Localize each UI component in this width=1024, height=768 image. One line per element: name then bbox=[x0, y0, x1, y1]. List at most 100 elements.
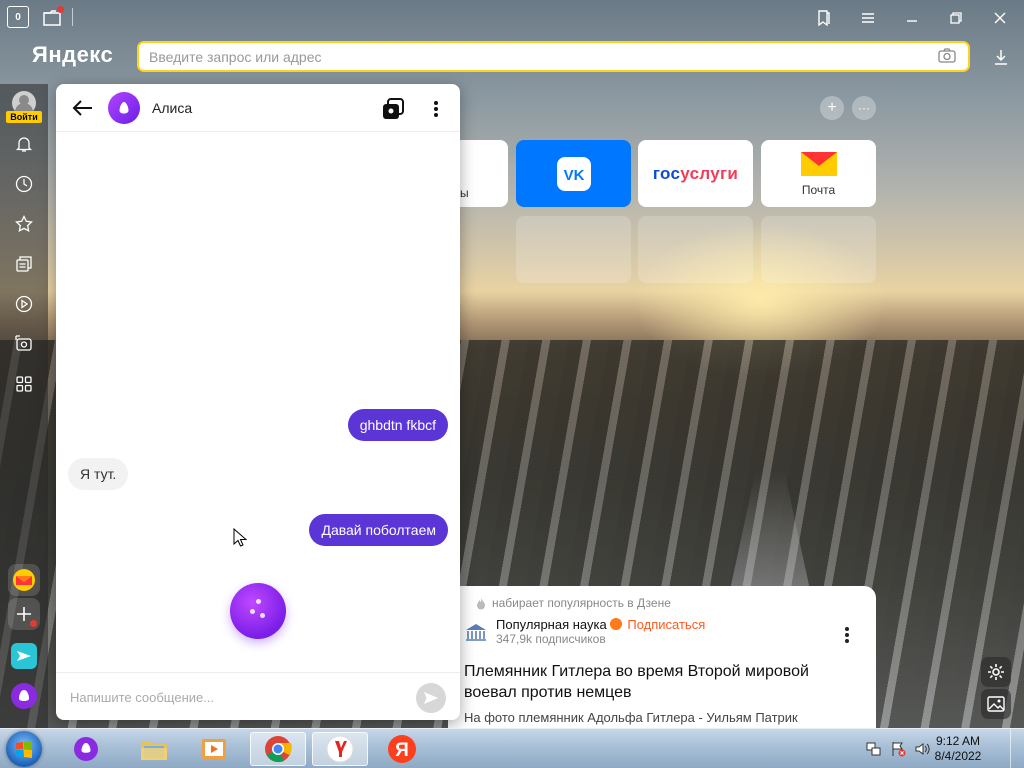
menu-button[interactable] bbox=[854, 4, 882, 32]
clock-date: 8/4/2022 bbox=[934, 749, 982, 763]
download-icon bbox=[995, 50, 1007, 65]
taskbar-yandex[interactable]: Я bbox=[374, 732, 430, 766]
subscribers-count: 347,9k подписчиков bbox=[496, 632, 606, 646]
vertical-dots-icon bbox=[434, 101, 438, 117]
media-player-icon bbox=[202, 739, 226, 759]
sidebar-history[interactable] bbox=[12, 172, 36, 196]
clock-icon bbox=[15, 175, 33, 193]
tabs-counter-button[interactable]: 0 bbox=[7, 6, 29, 28]
close-button[interactable] bbox=[986, 4, 1014, 32]
tile-empty[interactable] bbox=[516, 216, 631, 283]
fire-icon bbox=[477, 598, 485, 610]
voice-dot bbox=[250, 609, 255, 614]
new-tab-button[interactable] bbox=[40, 5, 66, 31]
chrome-icon bbox=[265, 736, 292, 763]
add-tile-button[interactable]: + bbox=[820, 96, 844, 120]
sidebar-messenger-app[interactable] bbox=[8, 640, 40, 672]
sidebar-alice-app[interactable] bbox=[8, 680, 40, 712]
yandex-browser-icon bbox=[326, 735, 354, 763]
sidebar-bookmarks[interactable] bbox=[12, 212, 36, 236]
gosuslugi-logo: госуслуги bbox=[652, 163, 739, 183]
bookmark-icon bbox=[818, 10, 830, 26]
svg-text:VK: VK bbox=[563, 167, 584, 184]
bookmarks-button[interactable] bbox=[810, 4, 838, 32]
tray-network[interactable] bbox=[866, 741, 882, 757]
news-source: набирает популярность в Дзене bbox=[464, 594, 862, 612]
downloads-button[interactable] bbox=[988, 44, 1014, 70]
tile-vk[interactable]: VK bbox=[516, 140, 631, 207]
sidebar-screenshot[interactable] bbox=[12, 332, 36, 356]
gear-icon bbox=[988, 664, 1004, 680]
login-badge[interactable]: Войти bbox=[6, 111, 42, 123]
back-button[interactable] bbox=[68, 94, 96, 122]
publisher-name[interactable]: Популярная наука bbox=[496, 617, 607, 632]
sidebar-services[interactable] bbox=[12, 372, 36, 396]
sidebar-collections[interactable] bbox=[12, 252, 36, 276]
system-clock[interactable]: 9:12 AM 8/4/2022 bbox=[928, 734, 988, 764]
collections-icon bbox=[16, 256, 32, 272]
tile-gosuslugi[interactable]: госуслуги bbox=[638, 140, 753, 207]
show-desktop-button[interactable] bbox=[1010, 729, 1024, 768]
camera-search-icon[interactable] bbox=[938, 48, 956, 67]
tray-action-center[interactable] bbox=[890, 741, 906, 757]
minimize-button[interactable] bbox=[898, 4, 926, 32]
svg-text:Я: Я bbox=[395, 740, 409, 761]
taskbar-media-player[interactable] bbox=[186, 732, 242, 766]
bell-icon bbox=[15, 137, 33, 152]
sidebar-add-app[interactable] bbox=[8, 598, 40, 630]
tile-empty[interactable] bbox=[761, 216, 876, 283]
background-button[interactable] bbox=[981, 689, 1011, 719]
alice-icon bbox=[119, 102, 129, 114]
alice-icon bbox=[74, 737, 98, 761]
grid-icon bbox=[16, 376, 32, 392]
address-input[interactable] bbox=[139, 43, 899, 70]
vk-logo-icon: VK bbox=[556, 156, 591, 191]
address-bar[interactable] bbox=[137, 41, 970, 72]
news-title[interactable]: Племянник Гитлера во время Второй мирово… bbox=[464, 661, 862, 703]
taskbar-explorer[interactable] bbox=[126, 732, 182, 766]
yandex-logo[interactable]: Яндекс bbox=[32, 42, 113, 68]
news-text: На фото племянник Адольфа Гитлера - Уиль… bbox=[464, 710, 798, 725]
zen-news-card[interactable]: набирает популярность в Дзене Популярная… bbox=[448, 586, 876, 728]
tile-empty[interactable] bbox=[638, 216, 753, 283]
chat-message-bot: Я тут. bbox=[68, 458, 129, 490]
message-input[interactable] bbox=[70, 683, 400, 711]
voice-dot bbox=[256, 599, 261, 604]
taskbar-chrome[interactable] bbox=[250, 732, 306, 766]
tile-mail[interactable]: Почта bbox=[761, 140, 876, 207]
notification-dot bbox=[30, 620, 37, 627]
folder-icon bbox=[141, 741, 167, 760]
sidebar-video[interactable] bbox=[12, 292, 36, 316]
skills-cards-button[interactable] bbox=[380, 96, 406, 122]
publisher-logo-icon[interactable] bbox=[464, 622, 488, 642]
windows-logo-icon bbox=[16, 741, 32, 758]
tiles-more-button[interactable]: ··· bbox=[852, 96, 876, 120]
notification-dot bbox=[57, 6, 64, 13]
taskbar-yandex-browser[interactable] bbox=[312, 732, 368, 766]
start-button[interactable] bbox=[6, 731, 42, 767]
send-icon bbox=[424, 692, 438, 704]
sidebar-notifications[interactable] bbox=[12, 132, 36, 156]
subscribe-link[interactable]: Подписаться bbox=[627, 617, 705, 632]
arrow-left-icon bbox=[72, 100, 92, 116]
windows-taskbar: Я 9:12 AM 8/4/2022 bbox=[0, 728, 1024, 768]
vertical-dots-icon bbox=[845, 627, 849, 643]
chat-more-button[interactable] bbox=[426, 96, 446, 122]
sidebar-mail-app[interactable] bbox=[8, 564, 40, 596]
messenger-icon bbox=[11, 643, 37, 669]
play-icon bbox=[15, 295, 33, 313]
restore-button[interactable] bbox=[942, 4, 970, 32]
clock-time: 9:12 AM bbox=[935, 734, 981, 748]
taskbar-alice[interactable] bbox=[58, 732, 114, 766]
settings-button[interactable] bbox=[981, 657, 1011, 687]
flag-alert-icon bbox=[892, 742, 906, 757]
browser-titlebar: 0 bbox=[0, 0, 1024, 36]
image-icon bbox=[987, 696, 1005, 712]
network-icon bbox=[866, 742, 881, 756]
star-icon bbox=[15, 215, 33, 232]
news-menu-button[interactable] bbox=[844, 626, 856, 646]
send-button[interactable] bbox=[416, 683, 446, 713]
chat-input-bar bbox=[56, 672, 460, 720]
titlebar-divider bbox=[72, 8, 73, 26]
voice-input-button[interactable] bbox=[230, 583, 286, 639]
